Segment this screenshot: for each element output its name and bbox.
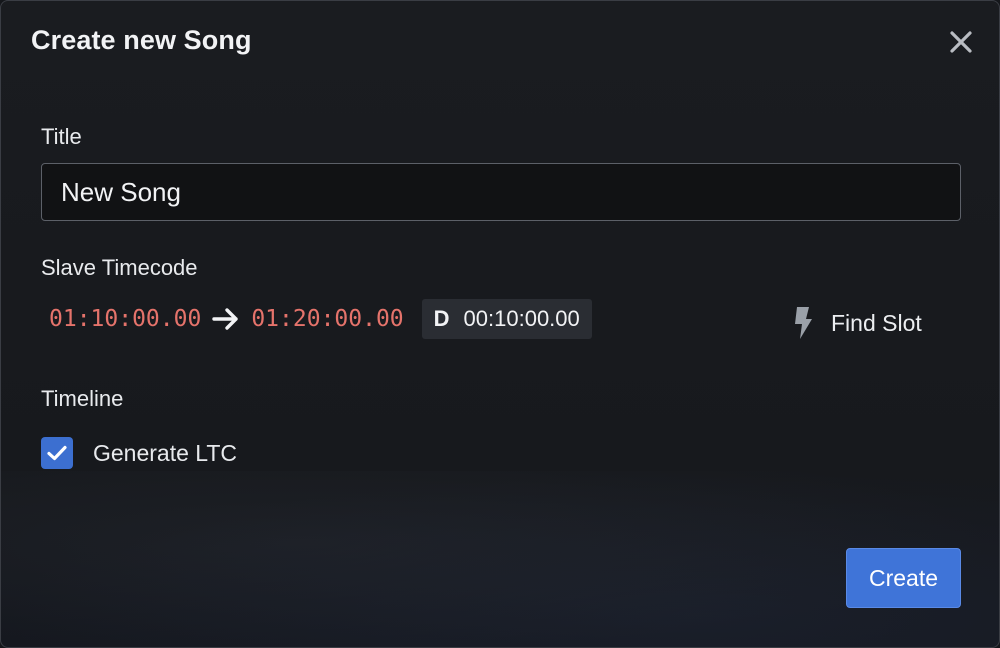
generate-ltc-label[interactable]: Generate LTC — [93, 440, 237, 467]
duration-badge: D 00:10:00.00 — [421, 299, 592, 339]
title-label: Title — [41, 124, 82, 149]
create-button[interactable]: Create — [846, 548, 961, 608]
find-slot-label: Find Slot — [831, 309, 922, 336]
close-button[interactable] — [943, 25, 979, 59]
create-song-dialog: Create new Song Title Slave Timecode 01:… — [0, 0, 1000, 648]
close-icon — [950, 31, 972, 53]
start-timecode[interactable]: 01:10:00.00 — [41, 306, 209, 332]
find-slot-button[interactable]: Find Slot — [791, 301, 951, 345]
lightning-icon — [795, 307, 812, 339]
check-icon — [47, 445, 67, 461]
timecode-label: Slave Timecode — [41, 255, 198, 280]
timecode-row: 01:10:00.00 01:20:00.00 D 00:10:00.00 — [41, 299, 621, 339]
duration-value: 00:10:00.00 — [463, 306, 580, 331]
generate-ltc-checkbox[interactable] — [41, 437, 73, 469]
dialog-title: Create new Song — [31, 25, 252, 55]
title-input[interactable] — [41, 163, 961, 221]
timeline-label: Timeline — [41, 386, 124, 411]
duration-prefix: D — [433, 306, 450, 331]
end-timecode[interactable]: 01:20:00.00 — [243, 306, 411, 332]
arrow-right-icon — [211, 307, 241, 331]
